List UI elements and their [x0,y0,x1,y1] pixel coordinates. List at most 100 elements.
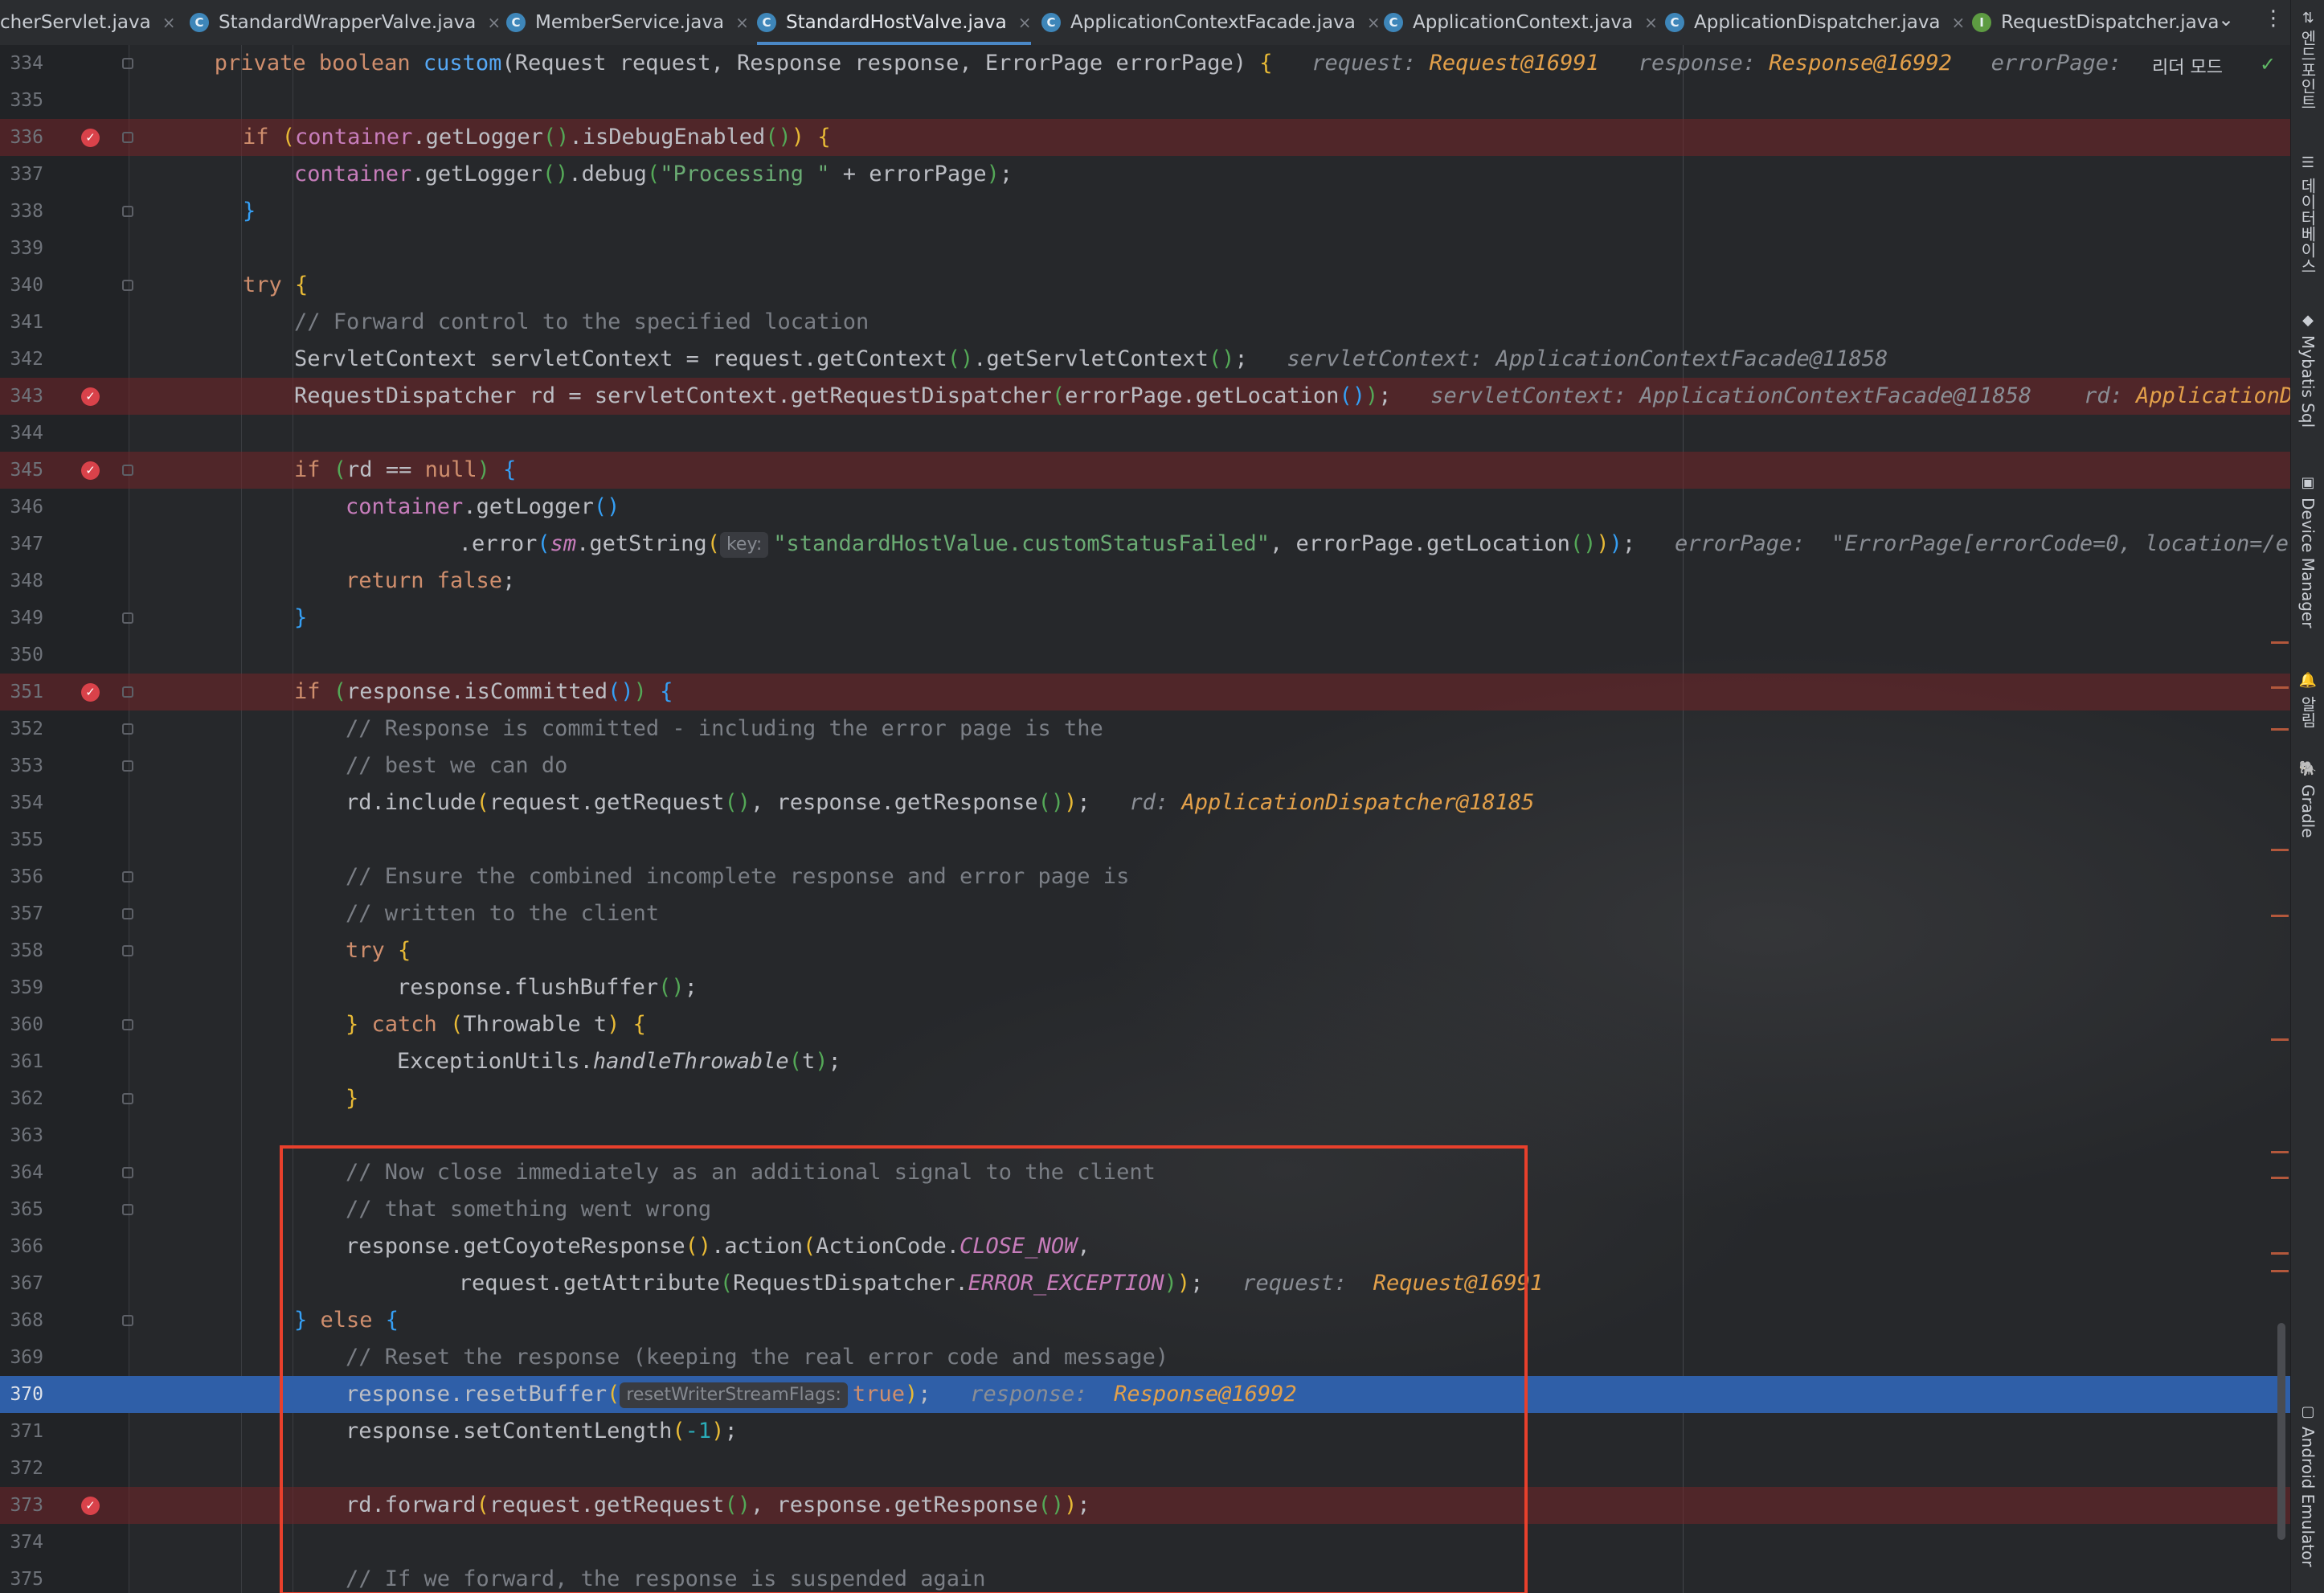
fold-marker-icon[interactable] [122,132,133,143]
code-line[interactable]: 354 rd.include(request.getRequest(), resp… [0,784,2290,821]
execution-point-line[interactable]: 370 response.resetBuffer(resetWriterStrea… [0,1376,2290,1413]
tool-device-manager[interactable]: ▣ Device Manager [2296,474,2320,628]
tool-database[interactable]: ☰ 데이터베이스 [2296,154,2320,274]
line-number[interactable]: 344 [0,415,43,452]
line-number[interactable]: 341 [0,304,43,341]
code-line[interactable]: 366 response.getCoyoteResponse().action(A… [0,1228,2290,1265]
code-line[interactable]: 358 try { [0,932,2290,969]
line-number[interactable]: 372 [0,1450,43,1487]
breakpoint-icon[interactable]: ✓ [81,461,100,480]
code-editor[interactable]: 334 private boolean custom(Request reques… [0,45,2290,1593]
tab-standardwrappervalve[interactable]: C StandardWrapperValve.java × [190,0,501,45]
code-line[interactable]: 334 private boolean custom(Request reques… [0,45,2290,82]
line-number[interactable]: 357 [0,895,43,932]
code-line[interactable]: 352 // Response is committed - including … [0,711,2290,747]
code-line[interactable]: 362} [0,1080,2290,1117]
code-line[interactable]: 338} [0,193,2290,230]
line-number[interactable]: 371 [0,1413,43,1450]
line-number[interactable]: 368 [0,1302,43,1339]
line-number[interactable]: 374 [0,1524,43,1561]
tool-mybatis-sql[interactable]: ◆ Mybatis Sql [2296,312,2320,428]
code-line[interactable]: 342 ServletContext servletContext = reque… [0,341,2290,378]
line-number[interactable]: 345 [0,452,43,489]
code-line[interactable]: 372 [0,1450,2290,1487]
close-icon[interactable]: × [1644,13,1658,32]
code-line[interactable]: 368} else { [0,1302,2290,1339]
line-number[interactable]: 350 [0,637,43,674]
close-icon[interactable]: × [162,13,176,32]
code-line[interactable]: 367 request.getAttribute(RequestDispatche… [0,1265,2290,1302]
tool-gradle[interactable]: 🐘 Gradle [2296,760,2320,838]
code-line[interactable]: 336 ✓ if (container.getLogger().isDebugEna… [0,119,2290,156]
reader-mode-button[interactable]: 리더 모드 [2152,53,2223,79]
fold-marker-icon[interactable] [122,908,133,919]
code-line[interactable]: 374 [0,1524,2290,1561]
code-line[interactable]: 369 // Reset the response (keeping the re… [0,1339,2290,1376]
code-line[interactable]: 361 ExceptionUtils.handleThrowable(t); [0,1043,2290,1080]
vertical-scrollbar[interactable] [2277,1323,2285,1540]
fold-marker-icon[interactable] [122,1167,133,1178]
code-line[interactable]: 360} catch (Throwable t) { [0,1006,2290,1043]
line-number[interactable]: 360 [0,1006,43,1043]
close-icon[interactable]: × [1952,13,1966,32]
close-icon[interactable]: × [735,13,749,32]
line-number[interactable]: 335 [0,82,43,119]
line-number[interactable]: 337 [0,156,43,193]
line-number[interactable]: 366 [0,1228,43,1265]
code-line[interactable]: 349} [0,600,2290,637]
code-line[interactable]: 357 // written to the client [0,895,2290,932]
breakpoint-icon[interactable]: ✓ [81,683,100,702]
tool-endpoints[interactable]: ⇄ 엔드포인트 [2296,11,2320,110]
fold-marker-icon[interactable] [122,723,133,735]
code-line[interactable]: 337 container.getLogger().debug("Processi… [0,156,2290,193]
code-line[interactable]: 365 // that something went wrong [0,1191,2290,1228]
line-number[interactable]: 338 [0,193,43,230]
fold-marker-icon[interactable] [122,1093,133,1104]
code-line[interactable]: 364 // Now close immediately as an additi… [0,1154,2290,1191]
line-number[interactable]: 373 [0,1487,43,1524]
line-number[interactable]: 364 [0,1154,43,1191]
chevron-down-icon[interactable]: ⌄ [2218,8,2234,31]
line-number[interactable]: 354 [0,784,43,821]
fold-marker-icon[interactable] [122,58,133,69]
tool-android-emulator[interactable]: ▢ Android Emulator [2296,1403,2320,1567]
line-number[interactable]: 365 [0,1191,43,1228]
tool-notifications[interactable]: 🔔 알림 [2296,672,2320,728]
code-line[interactable]: 343 ✓ RequestDispatcher rd = servletContex… [0,378,2290,415]
tab-applicationcontextfacade[interactable]: C ApplicationContextFacade.java × [1041,0,1381,45]
fold-marker-icon[interactable] [122,206,133,217]
line-number[interactable]: 356 [0,858,43,895]
code-line[interactable]: 359 response.flushBuffer(); [0,969,2290,1006]
line-number[interactable]: 363 [0,1117,43,1154]
code-line[interactable]: 355 [0,821,2290,858]
line-number[interactable]: 343 [0,378,43,415]
code-line[interactable]: 346 container.getLogger() [0,489,2290,526]
line-number[interactable]: 334 [0,45,43,82]
fold-marker-icon[interactable] [122,871,133,882]
breakpoint-icon[interactable]: ✓ [81,129,100,147]
line-number[interactable]: 367 [0,1265,43,1302]
code-line[interactable]: 351 ✓ if (response.isCommitted()) { [0,674,2290,711]
code-line[interactable]: 353 // best we can do [0,747,2290,784]
line-number[interactable]: 347 [0,526,43,563]
line-number[interactable]: 352 [0,711,43,747]
code-line[interactable]: 335 [0,82,2290,119]
code-line[interactable]: 340 try { [0,267,2290,304]
code-line[interactable]: 344 [0,415,2290,452]
tab-cherservlet[interactable]: cherServlet.java × [0,0,175,45]
line-number[interactable]: 370 [0,1376,43,1413]
tab-applicationdispatcher[interactable]: C ApplicationDispatcher.java × [1665,0,1965,45]
fold-marker-icon[interactable] [122,945,133,956]
tab-standardhostvalve[interactable]: C StandardHostValve.java × [757,0,1032,45]
close-icon[interactable]: × [1018,13,1032,32]
code-line[interactable]: 348 return false; [0,563,2290,600]
close-icon[interactable]: × [1367,13,1381,32]
line-number[interactable]: 349 [0,600,43,637]
code-line[interactable]: 371 response.setContentLength(-1); [0,1413,2290,1450]
fold-marker-icon[interactable] [122,1019,133,1030]
close-icon[interactable]: × [487,13,501,32]
fold-marker-icon[interactable] [122,280,133,291]
tab-memberservice[interactable]: C MemberService.java × [506,0,749,45]
line-number[interactable]: 358 [0,932,43,969]
fold-marker-icon[interactable] [122,760,133,772]
